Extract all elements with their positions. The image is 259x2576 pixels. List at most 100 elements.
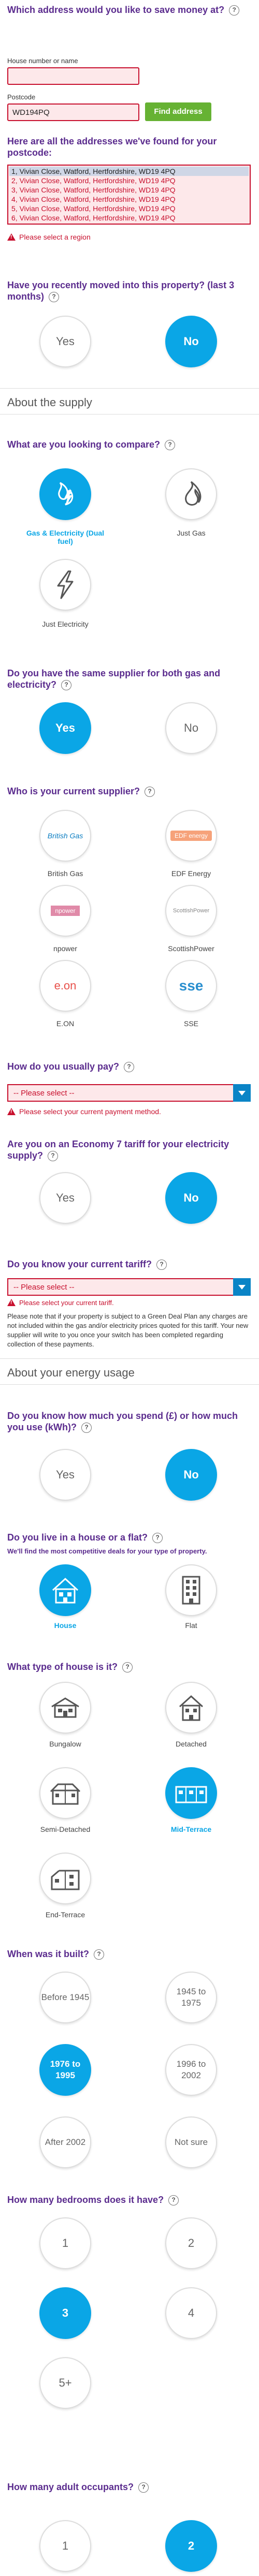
chevron-down-icon[interactable] (233, 1084, 251, 1102)
address-option[interactable]: 5, Vivian Close, Watford, Hertfordshire,… (9, 204, 249, 213)
address-select-list[interactable]: 1, Vivian Close, Watford, Hertfordshire,… (7, 165, 251, 225)
detached-option[interactable] (165, 1682, 217, 1734)
postcode-input[interactable]: WD194PQ (7, 103, 139, 121)
npower-label: npower (53, 944, 77, 953)
address-option[interactable]: 1, Vivian Close, Watford, Hertfordshire,… (9, 167, 249, 176)
mid-terrace-option[interactable] (165, 1767, 217, 1819)
help-icon[interactable]: ? (48, 1151, 59, 1162)
bedrooms-2-option[interactable]: 2 (165, 2217, 217, 2269)
bungalow-option[interactable] (39, 1682, 91, 1734)
british-gas-logo[interactable]: British Gas (39, 810, 91, 862)
region-error: Please select a region (7, 233, 91, 241)
occupants-question: How many adult occupants? ? (7, 2481, 251, 2493)
bungalow-icon (51, 1697, 79, 1718)
tariff-question: Do you know your current tariff? ? (7, 1259, 251, 1270)
same-supplier-no-button[interactable]: No (165, 702, 217, 754)
lightning-icon (57, 570, 74, 599)
help-icon[interactable]: ? (94, 1949, 105, 1960)
help-icon[interactable]: ? (61, 680, 72, 691)
mid-terrace-icon (175, 1786, 207, 1803)
divider (0, 388, 259, 389)
pay-question: How do you usually pay? ? (7, 1061, 251, 1073)
house-number-label: House number or name (7, 57, 78, 65)
built-1945-1975-option[interactable]: 1945 to 1975 (165, 1972, 217, 2023)
flat-icon (182, 1576, 200, 1605)
just-gas-option[interactable] (165, 468, 217, 520)
help-icon[interactable]: ? (145, 787, 155, 797)
same-supplier-yes-button[interactable]: Yes (39, 702, 91, 754)
occupants-2-option[interactable]: 2 (165, 2520, 217, 2572)
bedrooms-4-option[interactable]: 4 (165, 2287, 217, 2339)
eon-logo[interactable]: e.on (39, 960, 91, 1012)
detached-label: Detached (176, 1740, 207, 1748)
edf-energy-label: EDF Energy (171, 869, 211, 878)
just-gas-label: Just Gas (177, 529, 206, 537)
house-label: House (54, 1621, 77, 1630)
moved-question: Have you recently moved into this proper… (7, 280, 235, 303)
economy7-no-button[interactable]: No (165, 1172, 217, 1224)
built-before-1945-option[interactable]: Before 1945 (39, 1972, 91, 2023)
payment-method-select[interactable]: -- Please select -- (7, 1084, 251, 1102)
house-or-flat-question: Do you live in a house or a flat? ? (7, 1532, 251, 1544)
bedrooms-3-option[interactable]: 3 (39, 2287, 91, 2339)
supply-section-title: About the supply (7, 396, 92, 409)
spend-question: Do you know how much you spend (£) or ho… (7, 1411, 238, 1433)
moved-yes-button[interactable]: Yes (39, 316, 91, 367)
help-icon[interactable]: ? (229, 5, 240, 16)
sse-logo[interactable]: sse (165, 960, 217, 1012)
dual-fuel-option[interactable] (39, 468, 91, 520)
address-option[interactable]: 6, Vivian Close, Watford, Hertfordshire,… (9, 213, 249, 223)
scottishpower-logo[interactable]: ScottishPower (165, 885, 217, 937)
built-1996-2002-option[interactable]: 1996 to 2002 (165, 2044, 217, 2096)
spend-no-button[interactable]: No (165, 1449, 217, 1501)
built-after-2002-option[interactable]: After 2002 (39, 2116, 91, 2168)
built-1976-1995-option[interactable]: 1976 to 1995 (39, 2044, 91, 2096)
help-icon[interactable]: ? (168, 2195, 179, 2206)
house-option[interactable] (39, 1564, 91, 1616)
semi-detached-option[interactable] (39, 1767, 91, 1819)
warning-icon (7, 233, 16, 241)
payment-error: Please select your current payment metho… (7, 1107, 161, 1116)
end-terrace-option[interactable] (39, 1853, 91, 1904)
flat-option[interactable] (165, 1564, 217, 1616)
chevron-down-icon[interactable] (233, 1278, 251, 1296)
spend-yes-button[interactable]: Yes (39, 1449, 91, 1501)
compare-question: What are you looking to compare? ? (7, 439, 251, 451)
help-icon[interactable]: ? (152, 1533, 163, 1544)
help-icon[interactable]: ? (124, 1062, 135, 1073)
dual-fuel-label: Gas & Electricity (Dual fuel) (26, 529, 105, 545)
find-address-button[interactable]: Find address (145, 102, 211, 121)
help-icon[interactable]: ? (49, 292, 60, 303)
moved-no-button[interactable]: No (165, 316, 217, 367)
tariff-select[interactable]: -- Please select -- (7, 1278, 251, 1296)
house-or-flat-subtitle: We'll find the most competitive deals fo… (7, 1547, 207, 1555)
address-option[interactable]: 3, Vivian Close, Watford, Hertfordshire,… (9, 185, 249, 195)
same-supplier-question: Do you have the same supplier for both g… (7, 668, 221, 691)
built-not-sure-option[interactable]: Not sure (165, 2116, 217, 2168)
postcode-label: Postcode (7, 93, 36, 101)
help-icon[interactable]: ? (122, 1662, 133, 1673)
help-icon[interactable]: ? (156, 1260, 167, 1270)
scottishpower-label: ScottishPower (168, 944, 214, 953)
edf-energy-logo[interactable]: EDF energy (165, 810, 217, 862)
help-icon[interactable]: ? (81, 1423, 92, 1433)
npower-logo[interactable]: npower (39, 885, 91, 937)
warning-icon (7, 1108, 16, 1115)
flame-icon (185, 481, 202, 506)
usage-section-title: About your energy usage (7, 1366, 135, 1379)
help-icon[interactable]: ? (165, 440, 176, 451)
address-option[interactable]: 4, Vivian Close, Watford, Hertfordshire,… (9, 195, 249, 204)
occupants-1-option[interactable]: 1 (39, 2520, 91, 2572)
built-question: When was it built? ? (7, 1948, 251, 1960)
house-number-input[interactable] (7, 67, 139, 85)
help-icon[interactable]: ? (138, 2482, 149, 2493)
economy7-yes-button[interactable]: Yes (39, 1172, 91, 1224)
end-terrace-label: End-Terrace (45, 1911, 85, 1919)
bedrooms-1-option[interactable]: 1 (39, 2217, 91, 2269)
just-electricity-option[interactable] (39, 559, 91, 611)
just-electricity-label: Just Electricity (42, 620, 89, 628)
address-option[interactable]: 2, Vivian Close, Watford, Hertfordshire,… (9, 176, 249, 185)
bedrooms-question: How many bedrooms does it have? ? (7, 2194, 251, 2206)
bedrooms-5plus-option[interactable]: 5+ (39, 2357, 91, 2409)
economy7-question: Are you on an Economy 7 tariff for your … (7, 1139, 229, 1162)
